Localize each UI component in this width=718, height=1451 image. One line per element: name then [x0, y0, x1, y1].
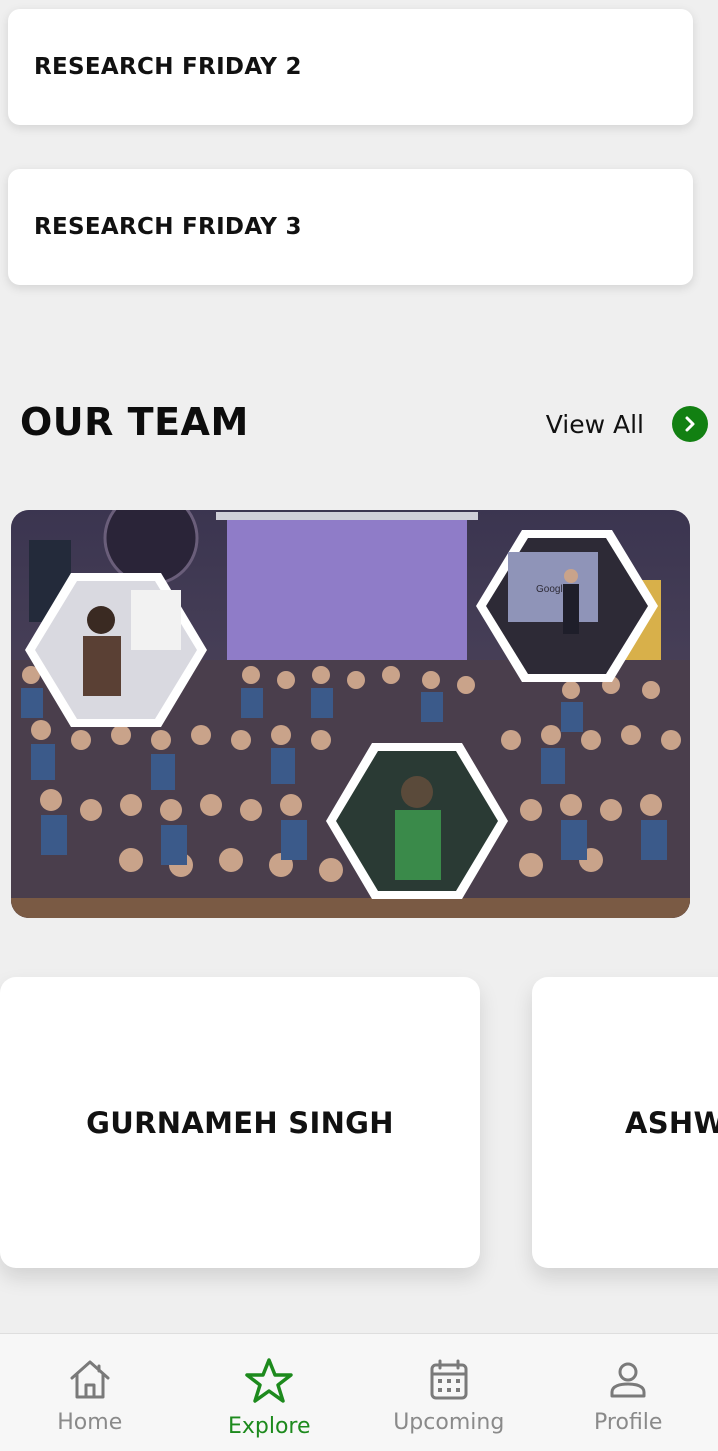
chevron-right-icon[interactable] [672, 406, 708, 442]
calendar-icon [425, 1356, 473, 1404]
view-all-button[interactable]: View All [546, 406, 708, 442]
nav-item-explore[interactable]: Explore [180, 1334, 360, 1451]
nav-item-upcoming[interactable]: Upcoming [359, 1334, 539, 1451]
nav-label: Upcoming [393, 1410, 504, 1435]
nav-label: Profile [594, 1410, 662, 1435]
event-title: RESEARCH FRIDAY 2 [34, 54, 302, 80]
star-icon [244, 1356, 294, 1406]
bottom-navigation: Home Explore Upcoming Profile [0, 1333, 718, 1451]
nav-label: Explore [228, 1414, 311, 1439]
member-name: ASHW [625, 1106, 718, 1140]
nav-item-profile[interactable]: Profile [539, 1334, 718, 1451]
section-title: OUR TEAM [20, 400, 249, 444]
event-card-research-friday-3[interactable]: RESEARCH FRIDAY 3 [8, 169, 693, 285]
nav-item-home[interactable]: Home [0, 1334, 180, 1451]
person-icon [604, 1356, 652, 1404]
event-card-research-friday-2[interactable]: RESEARCH FRIDAY 2 [8, 9, 693, 125]
team-member-card[interactable]: GURNAMEH SINGH [0, 977, 480, 1268]
team-banner-image[interactable]: Google [11, 510, 690, 918]
home-icon [66, 1356, 114, 1404]
nav-label: Home [57, 1410, 122, 1435]
view-all-label: View All [546, 410, 644, 439]
event-title: RESEARCH FRIDAY 3 [34, 214, 302, 240]
team-member-card[interactable]: ASHW [532, 977, 718, 1268]
member-name: GURNAMEH SINGH [86, 1106, 394, 1140]
